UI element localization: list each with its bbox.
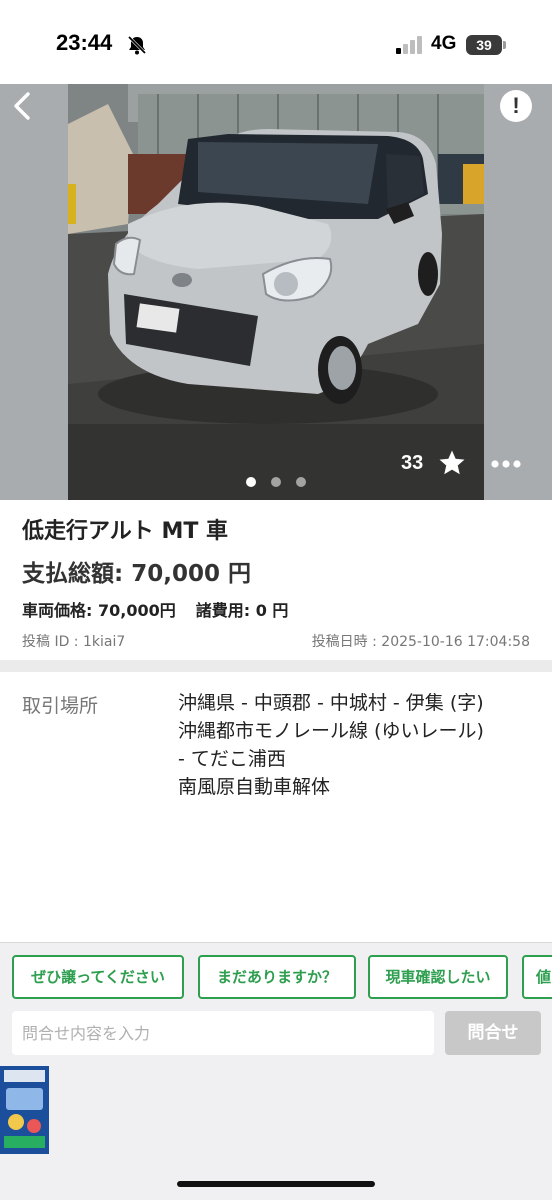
alert-icon[interactable]: ! xyxy=(500,90,532,122)
misc-fees: 諸費用: 0 円 xyxy=(195,601,289,620)
total-price: 支払総額: 70,000 円 xyxy=(22,561,251,587)
location-line: - てだこ浦西 xyxy=(178,748,286,770)
star-icon[interactable] xyxy=(437,448,467,478)
signal-icon xyxy=(396,36,422,54)
pager-dot[interactable] xyxy=(271,477,281,487)
quick-reply-chip[interactable]: ぜひ譲ってください xyxy=(12,955,184,999)
floating-app-thumbnail[interactable] xyxy=(0,1066,49,1154)
car-photo xyxy=(68,84,484,500)
inquiry-bar: ぜひ譲ってください まだありますか？ 現車確認したい 値 問合せ xyxy=(0,942,552,1200)
post-date: 投稿日時 : 2025-10-16 17:04:58 xyxy=(311,634,530,650)
quick-reply-chip[interactable]: 現車確認したい xyxy=(368,955,508,999)
listing-title: 低走行アルト MT 車 xyxy=(22,519,228,544)
quick-reply-chip[interactable]: まだありますか？ xyxy=(198,955,356,999)
photo-gallery[interactable]: ! 33 xyxy=(0,84,552,500)
post-id: 投稿 ID : 1kiai7 xyxy=(22,634,126,650)
photo-pager xyxy=(244,476,310,488)
status-time: 23:44 xyxy=(56,30,113,55)
battery-level: 39 xyxy=(466,35,502,55)
pager-dot[interactable] xyxy=(296,477,306,487)
quick-reply-chip[interactable]: 値 xyxy=(522,955,552,999)
quick-reply-list[interactable]: ぜひ譲ってください まだありますか？ 現車確認したい 値 xyxy=(12,955,552,999)
back-arrow-icon[interactable] xyxy=(4,86,44,126)
network-type: 4G xyxy=(431,33,457,54)
pager-dot-active[interactable] xyxy=(246,477,256,487)
status-bar: 23:44 4G 39 xyxy=(0,0,552,84)
battery-tip xyxy=(503,41,506,49)
favorite-count: 33 xyxy=(401,452,424,474)
more-icon[interactable] xyxy=(489,452,523,476)
vehicle-price: 車両価格: 70,000円 xyxy=(22,601,176,620)
location-line: 沖縄県 - 中頭郡 - 中城村 - 伊集 (字) xyxy=(178,692,484,714)
location-label: 取引場所 xyxy=(22,695,99,717)
price-breakdown: 車両価格: 70,000円 諸費用: 0 円 xyxy=(22,597,288,621)
inquiry-send-button[interactable]: 問合せ xyxy=(445,1011,541,1055)
section-divider xyxy=(0,660,552,672)
location-line: 沖縄都市モノレール線 (ゆいレール) xyxy=(178,720,484,742)
location-line: 南風原自動車解体 xyxy=(178,776,331,798)
location-value: 沖縄県 - 中頭郡 - 中城村 - 伊集 (字) 沖縄都市モノレール線 (ゆいレ… xyxy=(178,689,548,801)
home-indicator xyxy=(177,1181,375,1187)
bell-off-icon xyxy=(127,35,147,55)
inquiry-input[interactable] xyxy=(12,1011,434,1055)
